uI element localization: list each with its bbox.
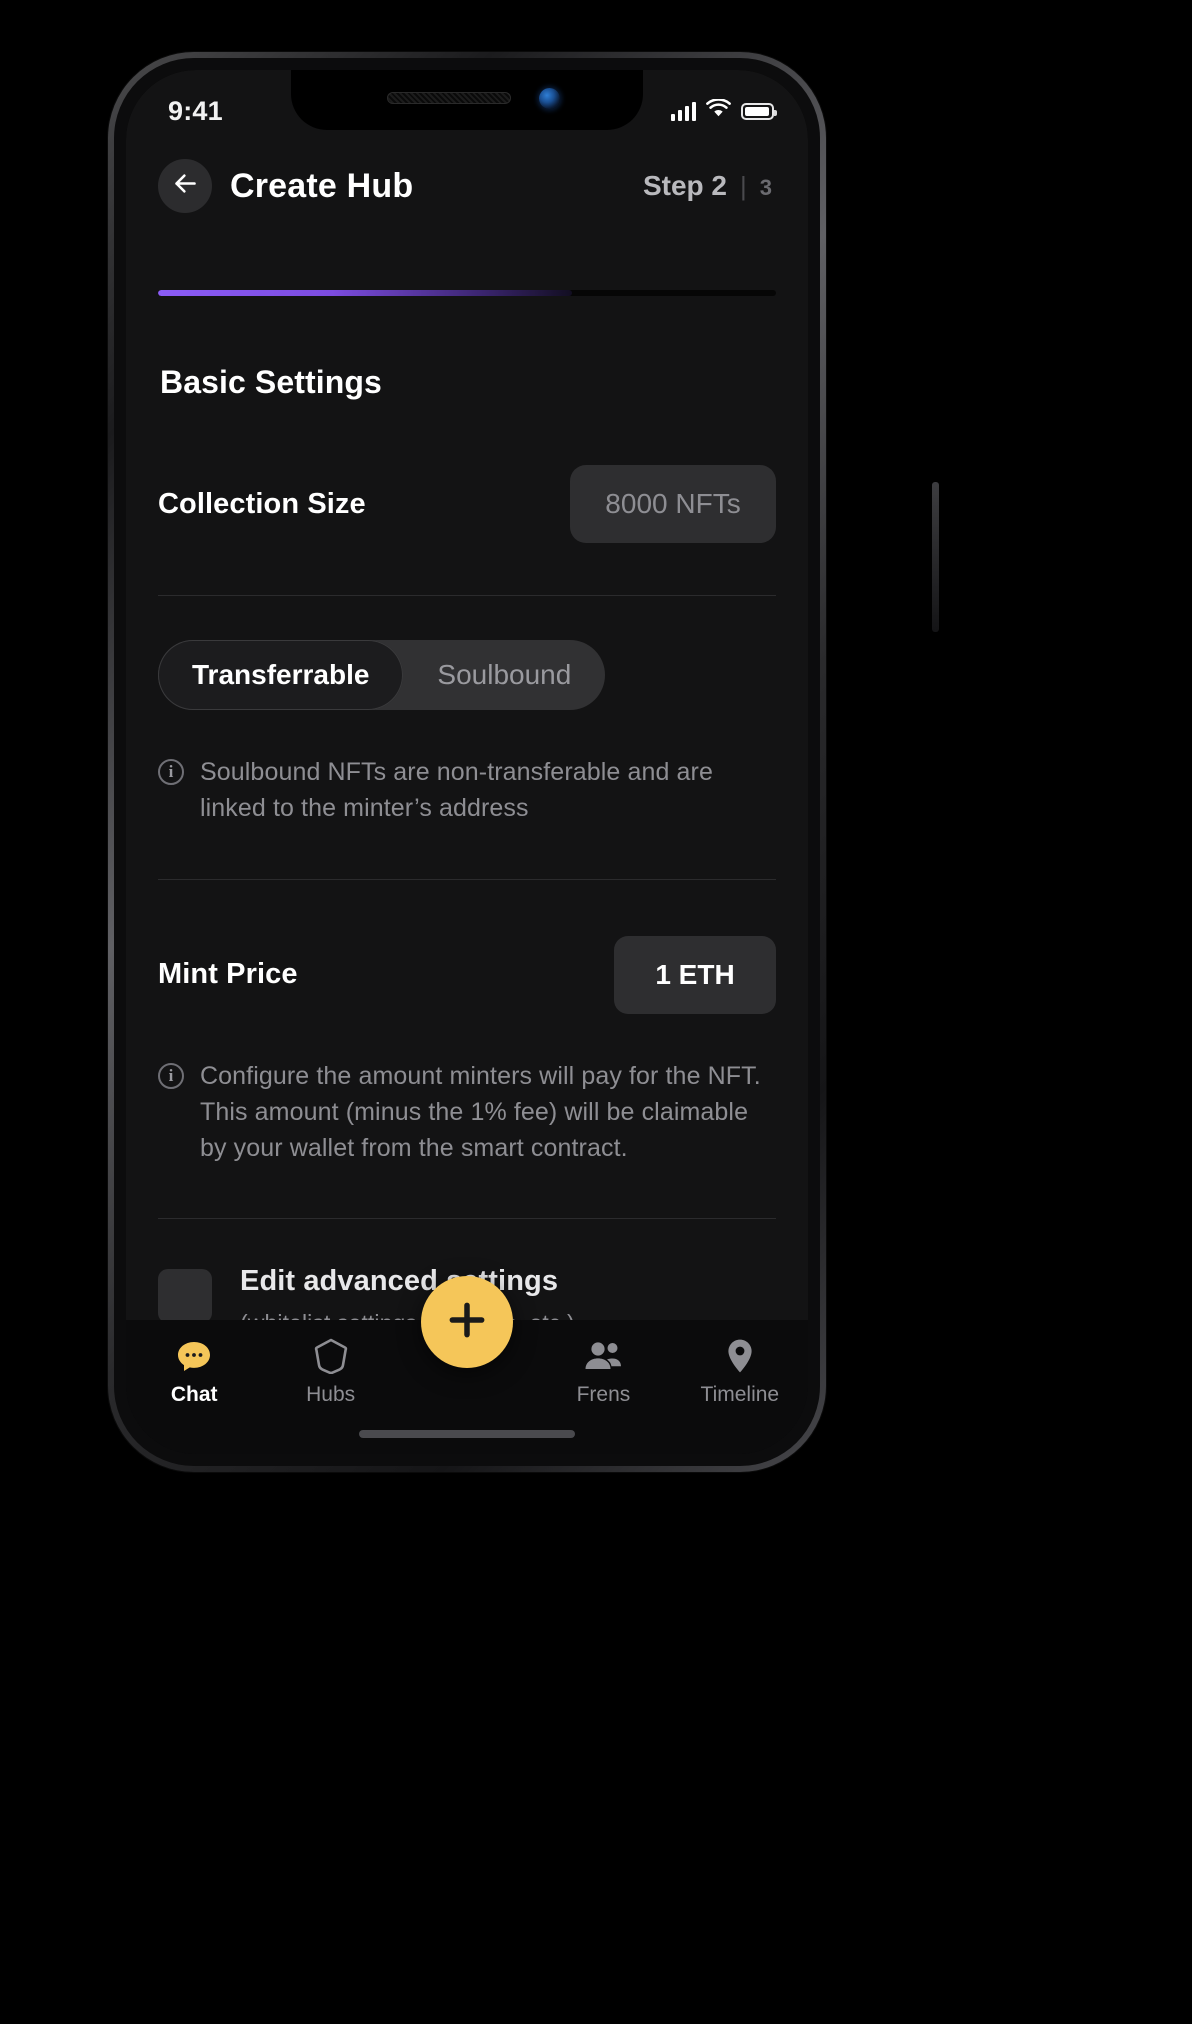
home-indicator [359,1430,575,1438]
advanced-settings-checkbox[interactable] [158,1269,212,1320]
bottom-tab-bar: Chat Hubs Frens Timeline [126,1276,808,1454]
mint-price-hint: i Configure the amount minters will pay … [158,1058,776,1167]
transfer-type-toggle[interactable]: Transferrable Soulbound [158,640,606,710]
tab-timeline[interactable]: Timeline [672,1338,808,1407]
power-button[interactable] [932,482,939,632]
divider-after-price [158,1218,776,1220]
earpiece-speaker-icon [387,92,511,104]
segment-soulbound[interactable]: Soulbound [403,640,605,710]
transfer-hint-text: Soulbound NFTs are non-transferable and … [200,758,713,823]
wifi-icon [706,98,731,123]
progress-fill [158,290,573,296]
phone-frame: 9:41 Create Hub Step 2 | 3 Basic Setting… [108,52,939,1472]
divider-after-hint [158,878,776,880]
step-separator: | [739,171,747,201]
tab-label-chat: Chat [170,1383,218,1406]
segment-transferrable[interactable]: Transferrable [158,640,404,710]
tab-hubs[interactable]: Hubs [262,1338,398,1407]
step-current: Step 2 [642,170,727,201]
app-bar: Create Hub Step 2 | 3 [126,138,808,234]
phone-bezel: 9:41 Create Hub Step 2 | 3 Basic Setting… [114,58,820,1466]
tab-label-frens: Frens [576,1383,631,1406]
advanced-settings-label: Edit advanced settings [240,1265,559,1298]
section-title: Basic Settings [160,364,382,400]
people-icon [583,1338,623,1374]
chat-bubble-icon [176,1338,212,1374]
mint-price-row: Mint Price 1 ETH [158,935,776,1014]
battery-icon [741,102,777,120]
progress-zone [126,234,808,352]
step-total: 3 [759,175,772,200]
plus-icon [445,1298,489,1347]
mint-price-input[interactable]: 1 ETH [614,935,776,1014]
info-circle-icon: i [158,759,184,785]
collection-size-label: Collection Size [158,487,366,520]
page-title: Create Hub [230,166,414,205]
collection-size-input[interactable]: 8000 NFTs [570,465,776,543]
divider-after-size [158,595,776,596]
progress-track [158,290,776,296]
collection-size-row: Collection Size 8000 NFTs [158,465,776,543]
step-indicator: Step 2 | 3 [643,170,772,202]
mint-price-hint-text: Configure the amount minters will pay fo… [200,1061,761,1163]
hexagon-icon [314,1338,348,1374]
create-fab-button[interactable] [421,1276,513,1368]
tab-label-timeline: Timeline [700,1383,780,1406]
advanced-settings-subtitle: (whitelist settings, royalties, etc.) [240,1310,575,1320]
cellular-signal-icon [670,101,696,121]
status-icons [670,98,777,123]
app-container: Create Hub Step 2 | 3 Basic Settings Col… [126,70,808,1454]
device-notch [291,70,643,130]
mint-price-label: Mint Price [158,958,298,990]
status-time: 9:41 [168,95,223,126]
info-circle-icon: i [158,1062,184,1089]
back-arrow-icon [172,170,199,202]
tab-label-hubs: Hubs [306,1383,356,1406]
transfer-hint: i Soulbound NFTs are non-transferable an… [158,754,776,827]
tab-chat[interactable]: Chat [126,1338,262,1407]
advanced-settings-text: Edit advanced settings (whitelist settin… [240,1265,575,1320]
map-pin-icon [725,1338,755,1374]
form-content: Basic Settings Collection Size 8000 NFTs… [126,352,808,1320]
screenshot-root: 9:41 Create Hub Step 2 | 3 Basic Setting… [0,0,1192,2024]
tab-frens[interactable]: Frens [535,1338,671,1407]
back-button[interactable] [158,159,212,213]
phone-screen: 9:41 Create Hub Step 2 | 3 Basic Setting… [126,70,808,1454]
front-camera-icon [539,88,560,109]
